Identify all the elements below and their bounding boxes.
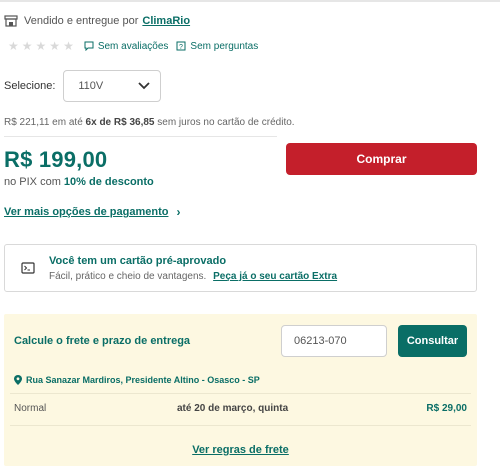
more-payment-link[interactable]: Ver mais opções de pagamento › [4,205,180,219]
questions-link[interactable]: ? Sem perguntas [176,41,258,52]
top-divider [0,0,500,2]
shipping-date: até 20 de março, quinta [177,403,289,414]
credit-card-icon [21,262,35,274]
location-pin-icon [14,375,22,385]
freight-divider [10,425,471,426]
freight-rules-link-row: Ver regras de frete [4,444,477,456]
card-offer-text: Você tem um cartão pré-aprovado Fácil, p… [49,255,337,282]
star-icon: ★ [8,39,19,53]
variant-select-row: Selecione: 110V [4,70,162,102]
voltage-select-value: 110V [78,80,104,92]
more-payment-label: Ver mais opções de pagamento [4,206,169,218]
rating-stars: ★ ★ ★ ★ ★ [8,40,74,52]
comment-icon [84,41,94,51]
chevron-right-icon: › [176,205,181,219]
star-icon: ★ [21,39,33,53]
preapproved-card-banner: Você tem um cartão pré-aprovado Fácil, p… [4,244,477,292]
product-price: R$ 199,00 [4,147,108,172]
chevron-down-icon [138,82,151,90]
installments-info: R$ 221,11 em até 6x de R$ 36,85 sem juro… [4,117,295,128]
seller-info: Vendido e entregue por ClimaRio [4,14,190,28]
installments-prefix: R$ 221,11 em até [4,117,83,128]
star-icon: ★ [63,39,74,53]
rating-row: ★ ★ ★ ★ ★ Sem avaliações ? Sem perguntas [8,40,266,52]
pix-info: no PIX com 10% de desconto [4,176,154,188]
freight-rules-link[interactable]: Ver regras de frete [192,444,289,456]
pix-discount: 10% de desconto [63,176,154,188]
reviews-link[interactable]: Sem avaliações [84,40,169,52]
store-icon [4,15,18,27]
freight-divider [10,393,471,394]
shipping-method: Normal [14,403,47,414]
card-offer-link[interactable]: Peça já o seu cartão Extra [213,271,337,282]
freight-calculator: Calcule o frete e prazo de entrega 06213… [4,314,477,466]
consult-button[interactable]: Consultar [398,325,467,357]
pix-prefix: no PIX com [4,176,61,188]
reviews-label: Sem avaliações [97,40,169,52]
seller-name-link[interactable]: ClimaRio [142,15,190,27]
cep-input[interactable]: 06213-070 [281,325,387,357]
star-icon: ★ [35,39,47,53]
installments-plan: 6x de R$ 36,85 [85,117,155,128]
card-offer-subtitle-row: Fácil, prático e cheio de vantagens. Peç… [49,271,337,282]
price-divider [4,136,277,137]
card-offer-subtitle: Fácil, prático e cheio de vantagens. [49,270,207,282]
star-icon: ★ [49,39,61,53]
variant-label: Selecione: [4,80,56,92]
buy-button[interactable]: Comprar [286,143,477,175]
shipping-option-row: Normal até 20 de março, quinta R$ 29,00 [14,403,467,414]
seller-prefix: Vendido e entregue por [24,15,139,27]
freight-title: Calcule o frete e prazo de entrega [14,335,191,347]
delivery-address: Rua Sanazar Mardiros, Presidente Altino … [14,375,260,385]
delivery-address-text: Rua Sanazar Mardiros, Presidente Altino … [26,375,260,385]
svg-text:?: ? [179,44,183,51]
card-offer-title: Você tem um cartão pré-aprovado [49,254,227,267]
question-icon: ? [176,41,186,51]
questions-label: Sem perguntas [190,40,259,52]
installments-suffix: sem juros no cartão de crédito. [157,117,295,128]
shipping-price: R$ 29,00 [426,403,467,414]
voltage-select[interactable]: 110V [63,70,162,102]
